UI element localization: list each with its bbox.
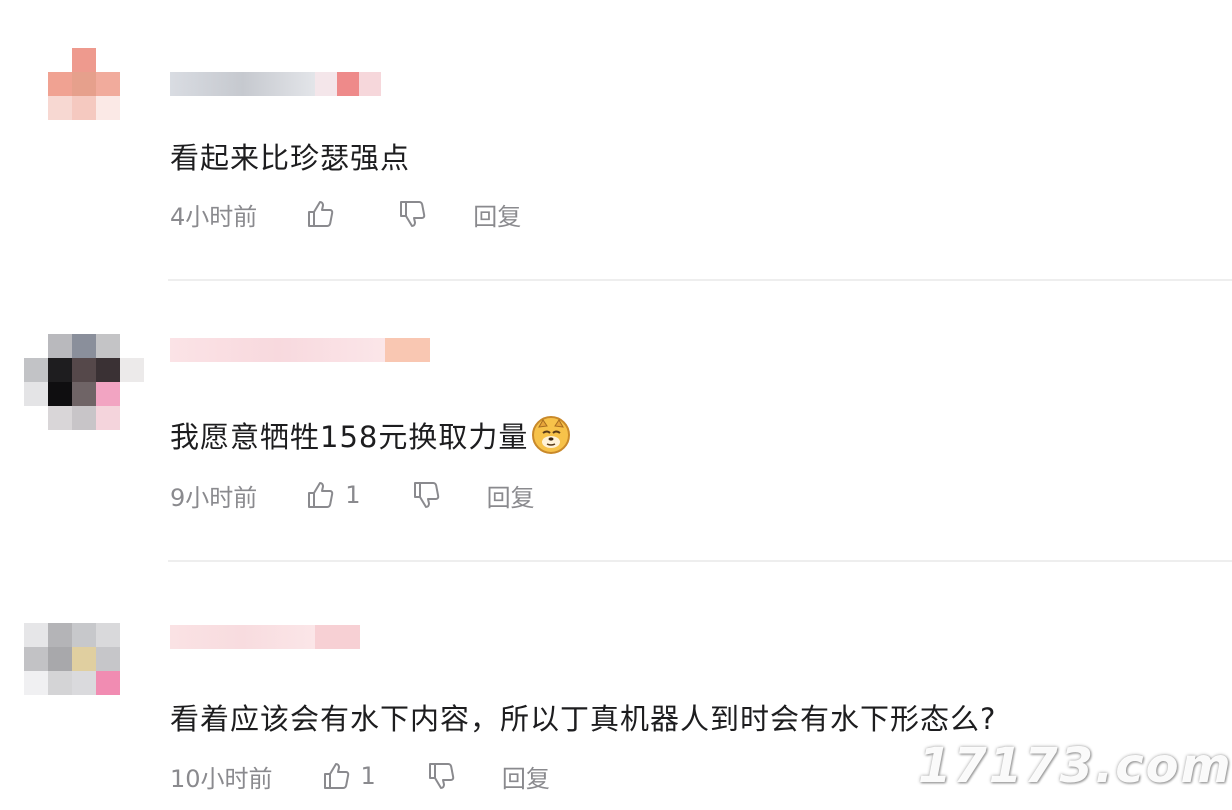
comment-time: 4小时前 bbox=[170, 202, 258, 231]
comment-text: 看起来比珍瑟强点 bbox=[170, 141, 411, 175]
reply-button[interactable]: 回复 bbox=[502, 759, 550, 794]
comment-text-content: 我愿意牺牲158元换取力量 bbox=[170, 420, 529, 454]
like-count: 1 bbox=[345, 481, 361, 509]
username-blurred[interactable] bbox=[170, 72, 381, 96]
divider bbox=[168, 279, 1232, 281]
username-blurred[interactable] bbox=[170, 625, 360, 649]
comment-meta: 9小时前 1 回复 bbox=[170, 478, 535, 512]
comment-time: 10小时前 bbox=[170, 764, 273, 793]
thumbs-down-icon[interactable] bbox=[409, 478, 443, 512]
reply-button[interactable]: 回复 bbox=[473, 197, 521, 232]
comment-text: 看着应该会有水下内容，所以丁真机器人到时会有水下形态么? bbox=[170, 702, 997, 736]
reply-button[interactable]: 回复 bbox=[487, 478, 535, 513]
thumbs-down-icon[interactable] bbox=[424, 759, 458, 793]
avatar[interactable] bbox=[24, 334, 144, 430]
doge-emoji-icon bbox=[532, 416, 571, 454]
comment-meta: 10小时前 1 回复 bbox=[170, 759, 550, 793]
comment-time: 9小时前 bbox=[170, 483, 258, 512]
like-count: 1 bbox=[360, 762, 376, 790]
divider bbox=[168, 560, 1232, 562]
thumbs-up-icon[interactable] bbox=[319, 759, 353, 793]
comment-text: 我愿意牺牲158元换取力量 bbox=[170, 414, 571, 456]
comment-item: 我愿意牺牲158元换取力量 9小时前 1 回复 bbox=[0, 282, 1232, 562]
username-blurred[interactable] bbox=[170, 338, 430, 362]
avatar[interactable] bbox=[48, 48, 120, 120]
thumbs-down-icon[interactable] bbox=[395, 197, 429, 231]
comment-item: 看起来比珍瑟强点 4小时前 回复 bbox=[0, 0, 1232, 281]
thumbs-up-icon[interactable] bbox=[303, 478, 337, 512]
comment-meta: 4小时前 回复 bbox=[170, 197, 521, 231]
avatar[interactable] bbox=[24, 623, 144, 695]
thumbs-up-icon[interactable] bbox=[303, 197, 337, 231]
site-watermark: 17173.com bbox=[918, 738, 1232, 794]
